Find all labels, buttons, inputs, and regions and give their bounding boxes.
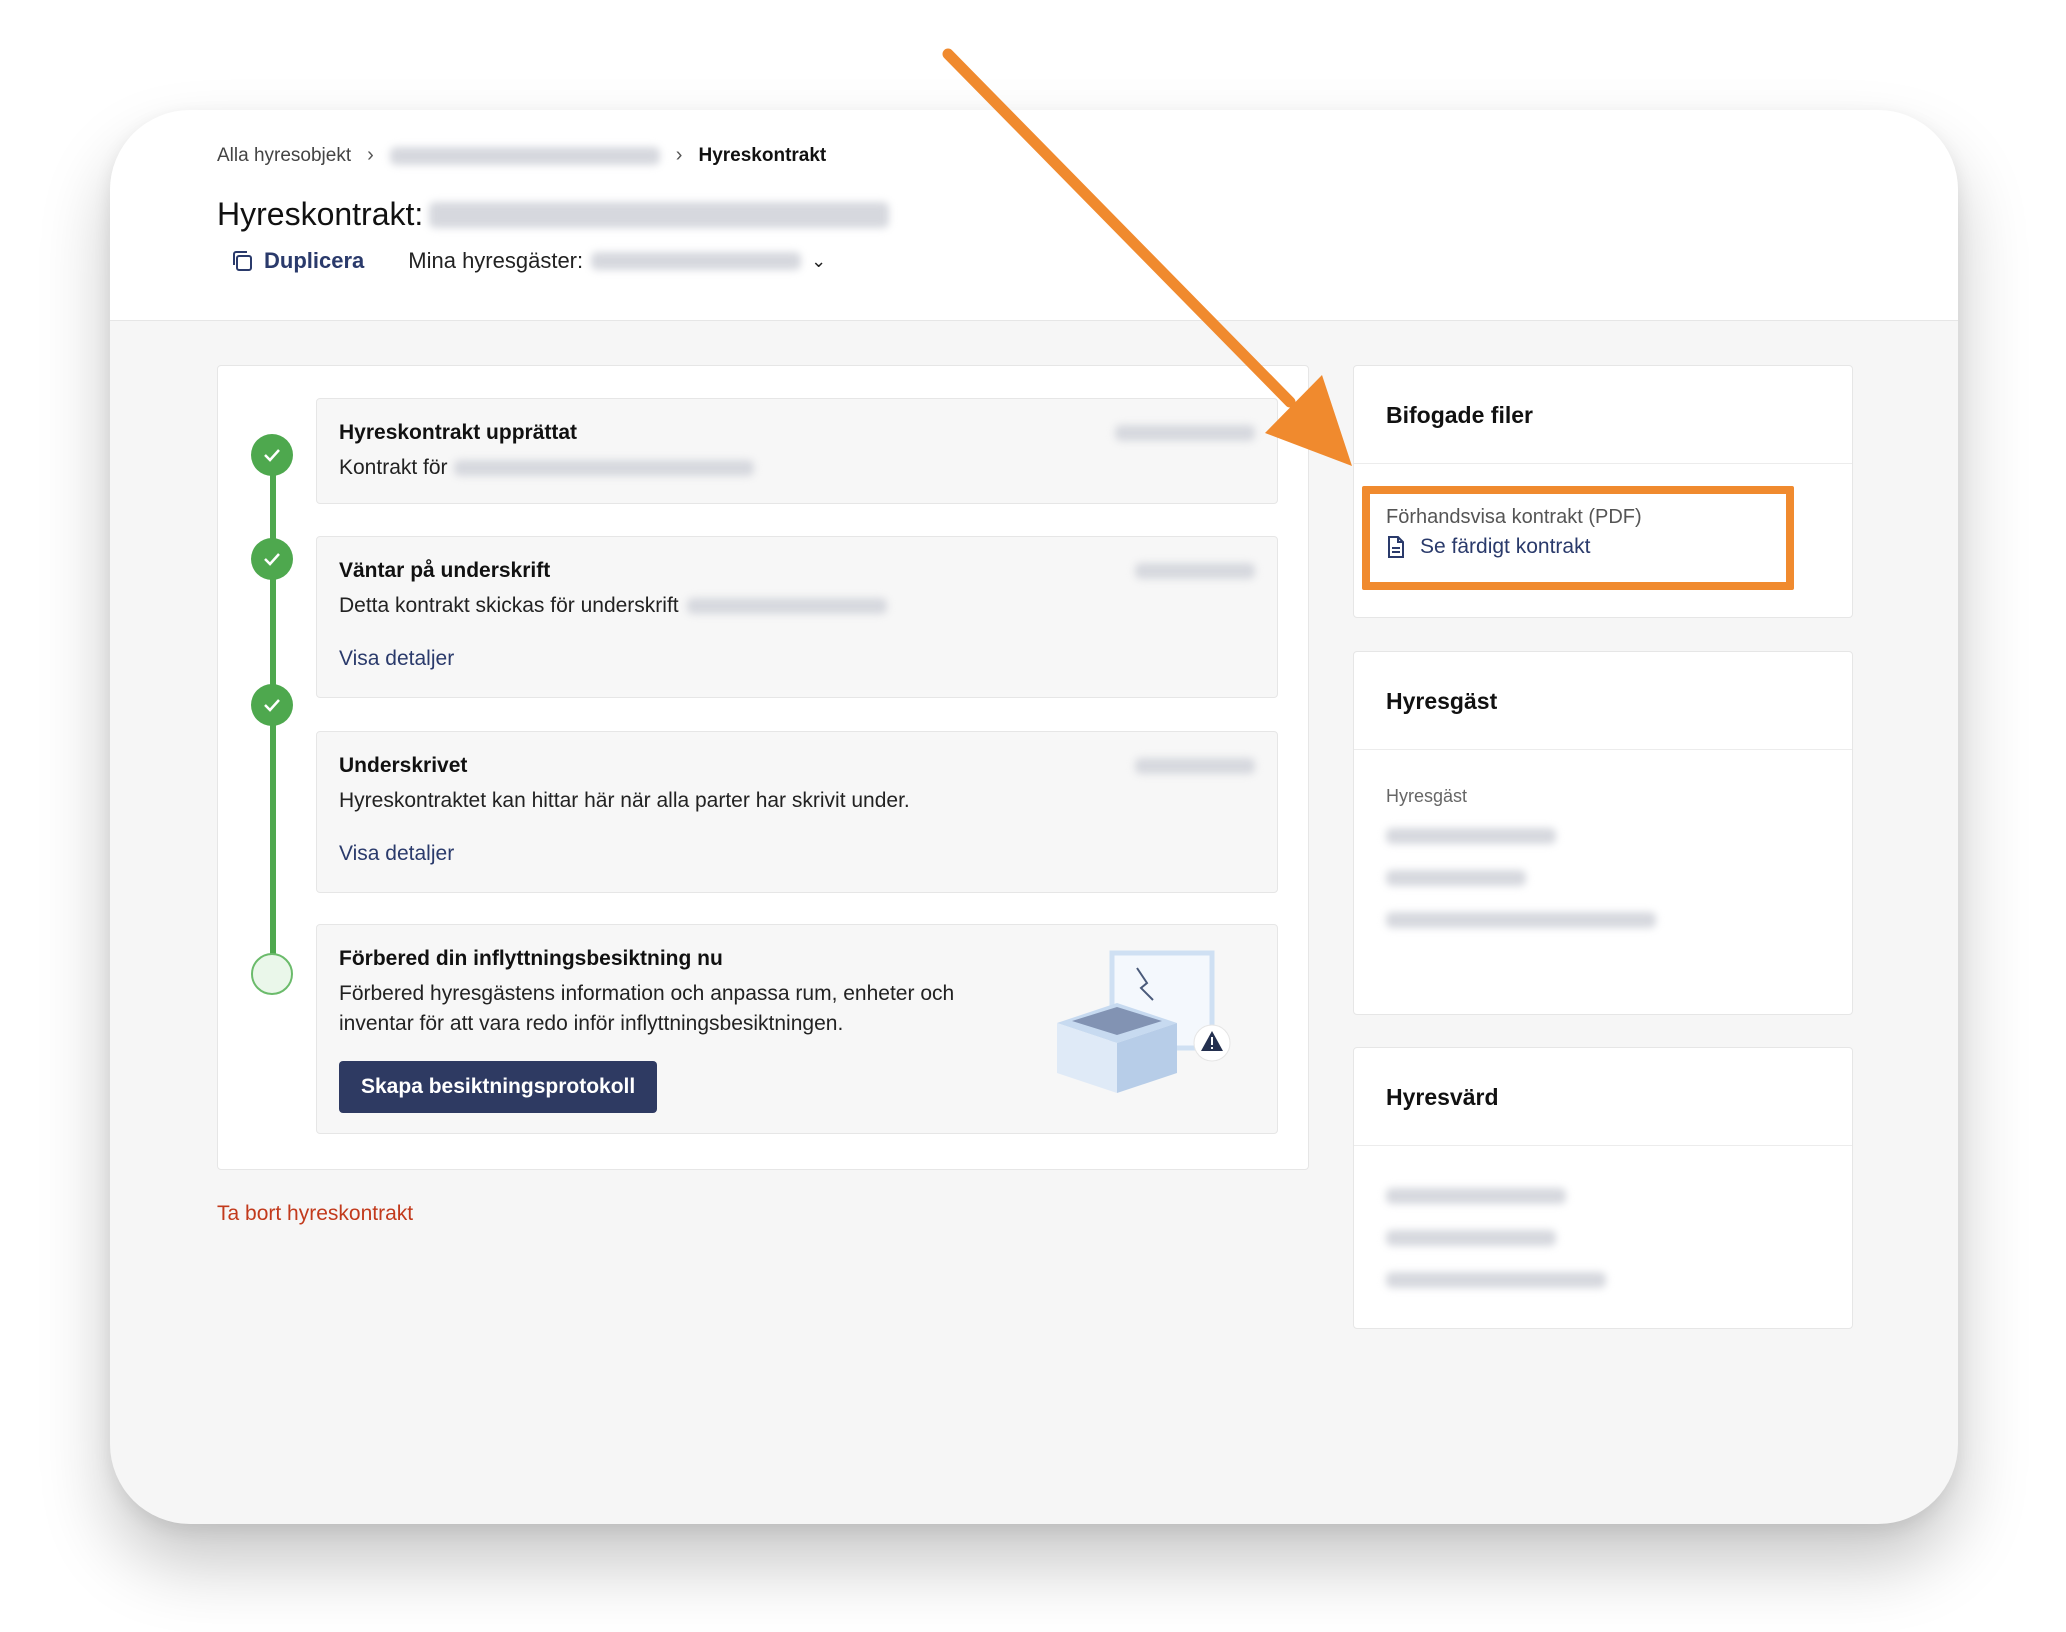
check-icon xyxy=(251,538,293,580)
page-title-prefix: Hyreskontrakt: xyxy=(217,196,424,232)
app-window: Alla hyresobjekt › › Hyreskontrakt Hyres… xyxy=(110,110,1958,1524)
preview-contract-label: Förhandsvisa kontrakt (PDF) xyxy=(1386,506,1642,528)
tenant-label: Hyresgäst xyxy=(1386,786,1468,806)
tenants-dropdown[interactable]: Mina hyresgäster: ⌄ xyxy=(408,248,826,274)
step-title: Förbered din inflyttningsbesiktning nu xyxy=(339,947,723,970)
duplicate-button[interactable]: Duplicera xyxy=(230,248,364,274)
show-details-link[interactable]: Visa detaljer xyxy=(339,842,1255,866)
chevron-right-icon: › xyxy=(367,144,374,166)
landlord-card: Hyresvärd xyxy=(1353,1047,1853,1329)
breadcrumb-root[interactable]: Alla hyresobjekt xyxy=(217,145,351,167)
breadcrumb-property-redacted[interactable] xyxy=(389,146,660,165)
contract-timeline: Hyreskontrakt upprättat Kontrakt för Vän… xyxy=(217,365,1309,1170)
timeline-step: Underskrivet Hyreskontraktet kan hittar … xyxy=(316,731,1278,893)
timeline-step: Hyreskontrakt upprättat Kontrakt för xyxy=(316,398,1278,504)
tenants-label: Mina hyresgäster: xyxy=(408,248,584,273)
delete-contract-link[interactable]: Ta bort hyreskontrakt xyxy=(217,1202,413,1226)
step-text: Kontrakt för xyxy=(339,453,1255,483)
step-text: Hyreskontraktet kan hittar här när alla … xyxy=(339,789,910,812)
timeline-step: Väntar på underskrift Detta kontrakt ski… xyxy=(316,536,1278,698)
tenant-name-redacted xyxy=(1386,828,1556,844)
screenshot-stage: Alla hyresobjekt › › Hyreskontrakt Hyres… xyxy=(0,0,2066,1632)
attached-files-title: Bifogade filer xyxy=(1354,366,1852,464)
breadcrumb-current: Hyreskontrakt xyxy=(698,144,827,166)
view-finished-contract-link[interactable]: Se färdigt kontrakt xyxy=(1386,535,1770,559)
step-title: Väntar på underskrift xyxy=(339,559,551,582)
step-date-redacted xyxy=(1135,758,1255,774)
attached-files-card: Bifogade filer Förhandsvisa kontrakt (PD… xyxy=(1353,365,1853,618)
tenant-email-redacted xyxy=(1386,912,1656,928)
tenant-phone-redacted xyxy=(1386,870,1526,886)
landlord-title: Hyresvärd xyxy=(1354,1048,1852,1146)
check-icon xyxy=(251,684,293,726)
page-title-address-redacted xyxy=(429,201,890,228)
landlord-email-redacted xyxy=(1386,1272,1606,1288)
view-finished-contract-label: Se färdigt kontrakt xyxy=(1420,535,1591,558)
chevron-right-icon: › xyxy=(675,144,683,166)
timeline-step: Förbered din inflyttningsbesiktning nu F… xyxy=(316,924,1278,1134)
check-icon xyxy=(251,434,293,476)
landlord-name-redacted xyxy=(1386,1188,1566,1204)
tenant-title: Hyresgäst xyxy=(1354,652,1852,750)
step-date-redacted xyxy=(1115,425,1255,441)
step-title: Underskrivet xyxy=(339,754,468,777)
pending-step-icon xyxy=(251,953,293,995)
landlord-phone-redacted xyxy=(1386,1230,1556,1246)
step-text: Detta kontrakt skickas för underskrift xyxy=(339,591,1255,621)
page-title: Hyreskontrakt: xyxy=(217,196,890,233)
tenants-value-redacted xyxy=(591,252,802,270)
step-text: Förbered hyresgästens information och an… xyxy=(339,982,955,1035)
duplicate-label: Duplicera xyxy=(264,248,365,273)
page-header: Alla hyresobjekt › › Hyreskontrakt Hyres… xyxy=(110,110,1958,321)
copy-icon xyxy=(233,251,252,271)
document-icon xyxy=(1388,536,1404,558)
chevron-down-icon: ⌄ xyxy=(811,250,827,271)
breadcrumb: Alla hyresobjekt › › Hyreskontrakt xyxy=(217,144,826,167)
tenant-card: Hyresgäst Hyresgäst xyxy=(1353,651,1853,1015)
highlight-box: Förhandsvisa kontrakt (PDF) Se färdigt k… xyxy=(1362,486,1794,590)
moving-box-illustration xyxy=(1057,950,1231,1093)
show-details-link[interactable]: Visa detaljer xyxy=(339,647,1255,671)
create-inspection-protocol-button[interactable]: Skapa besiktningsprotokoll xyxy=(339,1061,658,1113)
step-date-redacted xyxy=(1135,563,1255,579)
header-actions: Duplicera Mina hyresgäster: ⌄ xyxy=(230,248,826,274)
